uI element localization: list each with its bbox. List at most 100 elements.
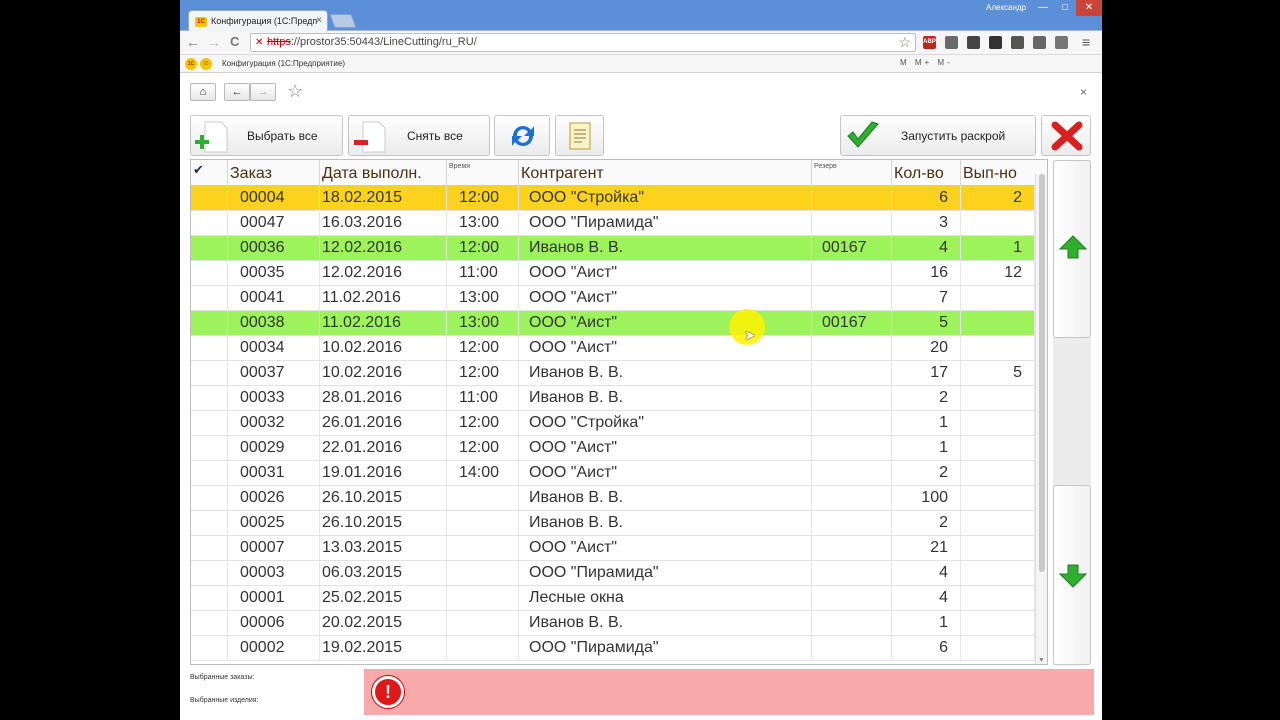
address-bar[interactable]: ✕ https://prostor35:50443/LineCutting/ru… xyxy=(250,33,916,52)
table-row[interactable]: 00002 19.02.2015 ООО "Пирамида" 6 xyxy=(191,636,1035,661)
table-row[interactable]: 00037 10.02.2016 12:00 Иванов В. В. 17 5 xyxy=(191,361,1035,386)
forward-button[interactable]: → xyxy=(250,83,276,101)
cell-check xyxy=(191,336,228,360)
table-row[interactable]: 00033 28.01.2016 11:00 Иванов В. В. 2 xyxy=(191,386,1035,411)
green-down-arrow-icon xyxy=(1059,564,1087,588)
orders-table[interactable]: ✔ Заказ Дата выполн. Время Контрагент Ре… xyxy=(190,159,1048,665)
cell-done xyxy=(961,311,1035,335)
calc-memory-tools[interactable]: M M+ M- xyxy=(900,58,953,67)
table-row[interactable]: 00032 26.01.2016 12:00 ООО "Стройка" 1 xyxy=(191,411,1035,436)
table-row[interactable]: 00031 19.01.2016 14:00 ООО "Аист" 2 xyxy=(191,461,1035,486)
new-tab-button[interactable] xyxy=(329,14,357,28)
cell-date: 26.10.2015 xyxy=(320,486,447,510)
cell-qty: 7 xyxy=(892,286,961,310)
scroll-down-button[interactable] xyxy=(1053,485,1091,665)
cell-check xyxy=(191,361,228,385)
header-done[interactable]: Вып-но xyxy=(961,160,1035,186)
extension-icon-3[interactable] xyxy=(967,36,980,49)
browser-forward-icon[interactable]: → xyxy=(207,34,221,50)
cell-time: 12:00 xyxy=(447,336,519,360)
table-row[interactable]: 00006 20.02.2015 Иванов В. В. 1 xyxy=(191,611,1035,636)
tab-close-icon[interactable]: × xyxy=(316,15,322,26)
header-reserve[interactable]: Резерв xyxy=(812,160,892,186)
header-order[interactable]: Заказ xyxy=(228,160,320,186)
table-row[interactable]: 00034 10.02.2016 12:00 ООО "Аист" 20 xyxy=(191,336,1035,361)
table-row[interactable]: 00007 13.03.2015 ООО "Аист" 21 xyxy=(191,536,1035,561)
scroll-down-icon[interactable]: ▼ xyxy=(1038,657,1045,664)
select-all-label: Выбрать все xyxy=(247,129,318,143)
table-row[interactable]: 00003 06.03.2015 ООО "Пирамида" 4 xyxy=(191,561,1035,586)
tab-strip: 1С Конфигурация (1С:Предп × Александр — … xyxy=(180,0,1102,32)
table-row[interactable]: 00036 12.02.2016 12:00 Иванов В. В. 00167 4 1 xyxy=(191,236,1035,261)
adblock-icon[interactable]: ABP xyxy=(923,36,936,49)
start-cutting-button[interactable]: Запустить раскрой xyxy=(840,115,1036,156)
cell-time: 11:00 xyxy=(447,386,519,410)
header-counterparty[interactable]: Контрагент xyxy=(519,160,812,186)
cell-time: 11:00 xyxy=(447,261,519,285)
cell-reserve xyxy=(812,561,892,585)
cell-order: 00031 xyxy=(228,461,320,485)
table-row[interactable]: 00025 26.10.2015 Иванов В. В. 2 xyxy=(191,511,1035,536)
reload-icon[interactable]: C xyxy=(230,34,239,49)
table-row[interactable]: 00026 26.10.2015 Иванов В. В. 100 xyxy=(191,486,1035,511)
cell-done xyxy=(961,611,1035,635)
table-row[interactable]: 00035 12.02.2016 11:00 ООО "Аист" 16 12 xyxy=(191,261,1035,286)
deselect-all-button[interactable]: Снять все xyxy=(348,115,490,156)
cell-counterparty: ООО "Аист" xyxy=(519,536,812,560)
cell-date: 10.02.2016 xyxy=(320,361,447,385)
cell-counterparty: Иванов В. В. xyxy=(519,361,812,385)
pocket-icon[interactable] xyxy=(989,36,1002,49)
bookmark-title[interactable]: Конфигурация (1С:Предприятие) xyxy=(222,59,345,68)
favorite-star-icon[interactable]: ☆ xyxy=(287,81,303,102)
cell-time: 14:00 xyxy=(447,461,519,485)
browser-tab[interactable]: 1С Конфигурация (1С:Предп × xyxy=(188,10,328,32)
scroll-up-button[interactable] xyxy=(1053,160,1091,338)
cell-done xyxy=(961,586,1035,610)
chrome-menu-icon[interactable]: ≡ xyxy=(1082,34,1090,50)
extension-icon-2[interactable] xyxy=(945,36,958,49)
select-all-button[interactable]: Выбрать все xyxy=(190,115,343,156)
cell-counterparty: Лесные окна xyxy=(519,586,812,610)
window-maximize-button[interactable]: □ xyxy=(1054,0,1076,16)
header-time[interactable]: Время xyxy=(447,160,519,186)
insecure-lock-icon[interactable]: ✕ xyxy=(255,37,263,48)
checkmark-icon xyxy=(847,121,879,148)
table-row[interactable]: 00029 22.01.2016 12:00 ООО "Аист" 1 xyxy=(191,436,1035,461)
cell-reserve xyxy=(812,611,892,635)
header-date[interactable]: Дата выполн. xyxy=(320,160,447,186)
window-minimize-button[interactable]: — xyxy=(1032,0,1054,16)
table-row[interactable]: 00041 11.02.2016 13:00 ООО "Аист" 7 xyxy=(191,286,1035,311)
cancel-button[interactable] xyxy=(1041,115,1091,156)
extension-icon-5[interactable] xyxy=(1011,36,1024,49)
cell-done xyxy=(961,211,1035,235)
table-row[interactable]: 00004 18.02.2015 12:00 ООО "Стройка" 6 2 xyxy=(191,186,1035,211)
browser-back-icon[interactable]: ← xyxy=(186,34,200,50)
table-row[interactable]: 00047 16.03.2016 13:00 ООО "Пирамида" 3 xyxy=(191,211,1035,236)
extension-icon-7[interactable] xyxy=(1055,36,1068,49)
cell-reserve xyxy=(812,536,892,560)
form-close-icon[interactable]: × xyxy=(1080,85,1087,99)
table-row[interactable]: 00001 25.02.2015 Лесные окна 4 xyxy=(191,586,1035,611)
extension-icon-6[interactable] xyxy=(1033,36,1046,49)
report-button[interactable] xyxy=(555,115,604,156)
cell-reserve: 00167 xyxy=(812,236,892,260)
window-close-button[interactable]: ✕ xyxy=(1076,0,1102,16)
profile-name[interactable]: Александр xyxy=(986,3,1026,12)
message-panel: ! xyxy=(364,669,1094,715)
cell-qty: 2 xyxy=(892,386,961,410)
back-button[interactable]: ← xyxy=(224,83,250,101)
cell-done: 2 xyxy=(961,186,1035,210)
cell-done xyxy=(961,561,1035,585)
scrollbar-thumb[interactable] xyxy=(1039,174,1045,572)
cell-qty: 6 xyxy=(892,186,961,210)
home-button[interactable]: ⌂ xyxy=(190,83,216,101)
refresh-button[interactable] xyxy=(494,115,550,156)
table-header: ✔ Заказ Дата выполн. Время Контрагент Ре… xyxy=(191,160,1047,186)
header-qty[interactable]: Кол-во xyxy=(892,160,961,186)
cell-qty: 4 xyxy=(892,236,961,260)
header-check[interactable]: ✔ xyxy=(191,160,228,186)
bookmark-star-icon[interactable]: ☆ xyxy=(898,34,911,51)
table-row[interactable]: 00038 11.02.2016 13:00 ООО "Аист" 00167 5 xyxy=(191,311,1035,336)
table-scrollbar[interactable]: ▼ xyxy=(1035,174,1047,664)
cell-counterparty: ООО "Аист" xyxy=(519,336,812,360)
